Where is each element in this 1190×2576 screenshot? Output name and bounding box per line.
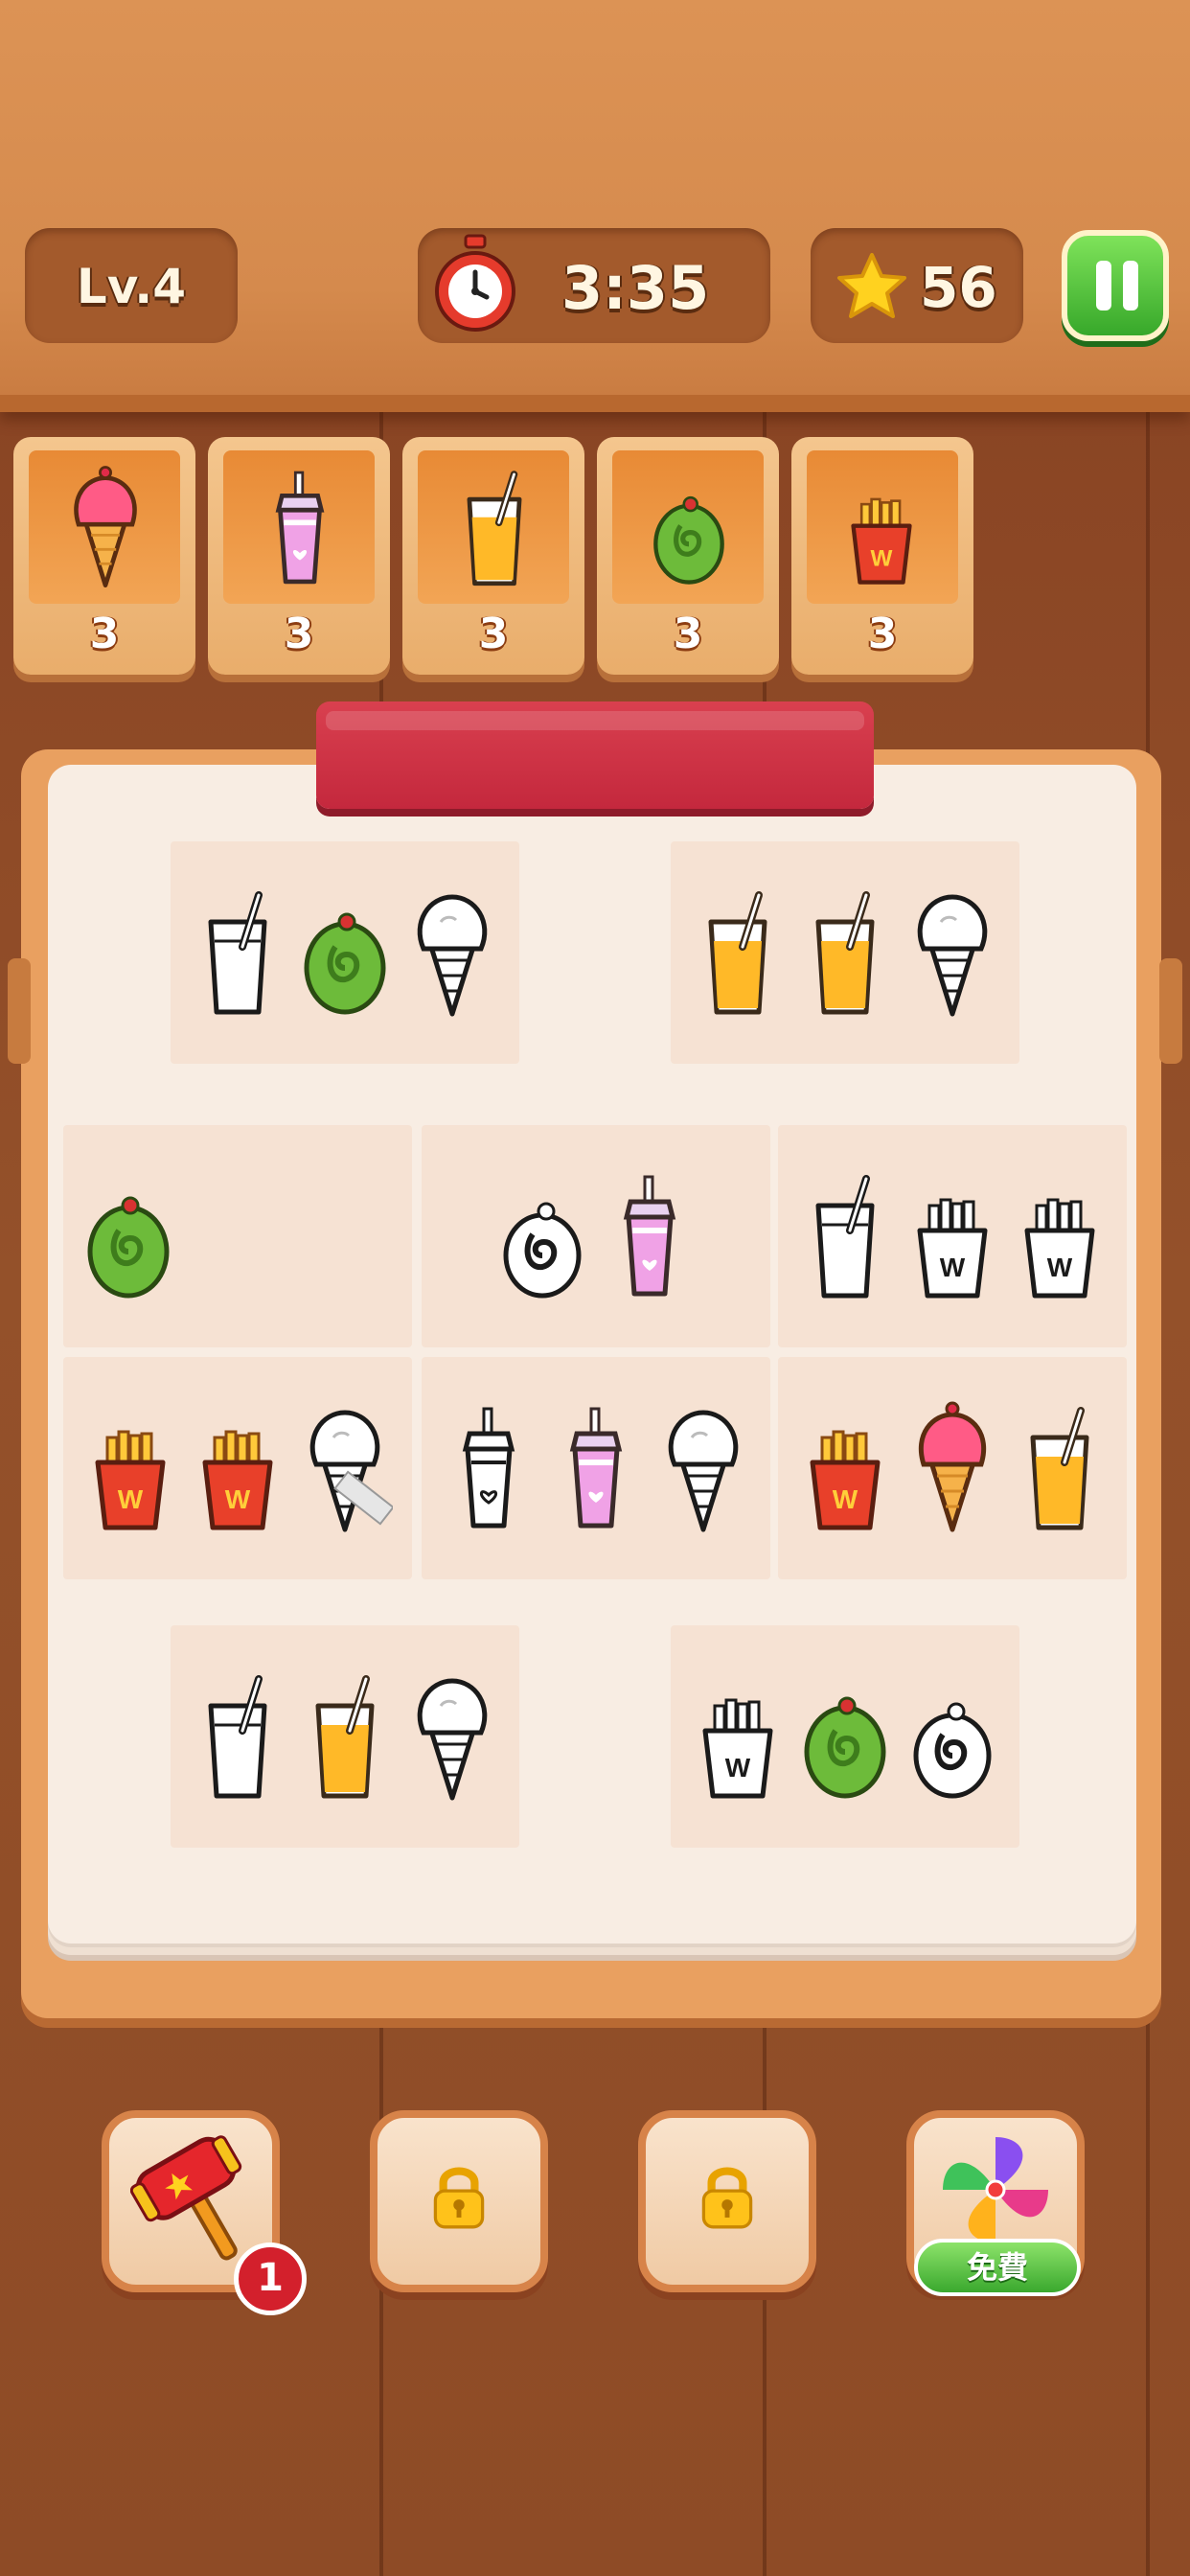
goal-slot: 3 — [208, 437, 390, 675]
level-label: Lv.4 — [76, 259, 187, 314]
bubble-tea-icon[interactable] — [600, 1163, 699, 1307]
fries-outline-icon[interactable] — [1010, 1163, 1110, 1307]
top-bar — [0, 0, 1190, 412]
star-icon — [837, 253, 906, 318]
orange-juice-icon[interactable] — [1010, 1395, 1110, 1539]
bubble-tea-outline-icon[interactable] — [439, 1395, 538, 1539]
tile-slot[interactable] — [671, 1625, 1019, 1848]
goal-count: 3 — [673, 610, 703, 658]
matcha-roll-outline-icon[interactable] — [903, 1664, 1002, 1807]
goal-slot: 3 — [402, 437, 584, 675]
fries-icon[interactable] — [795, 1395, 895, 1539]
orange-juice-icon — [446, 460, 542, 594]
clipboard-tab-right — [1159, 958, 1182, 1064]
tile-slot[interactable] — [171, 1625, 519, 1848]
tile-slot[interactable] — [422, 1125, 770, 1347]
goal-count: 3 — [284, 610, 314, 658]
free-label[interactable]: 免費 — [914, 2239, 1081, 2296]
stopwatch-icon — [435, 234, 515, 332]
orange-juice-icon[interactable] — [795, 880, 895, 1024]
tile-slot[interactable] — [778, 1357, 1127, 1579]
ice-cream-outline-icon[interactable] — [402, 880, 502, 1024]
milk-cup-icon[interactable] — [188, 1664, 287, 1807]
level-pill: Lv.4 — [25, 228, 238, 343]
locked-booster-button[interactable] — [370, 2110, 548, 2292]
tile-slot[interactable] — [671, 841, 1019, 1064]
clipboard-clip — [316, 702, 874, 809]
fries-outline-icon[interactable] — [903, 1163, 1002, 1307]
pinwheel-icon — [943, 2137, 1048, 2242]
goal-count: 3 — [867, 610, 898, 658]
orange-juice-icon[interactable] — [688, 880, 788, 1024]
ice-cream-outline-icon[interactable] — [295, 1395, 395, 1539]
matcha-roll-icon — [645, 468, 733, 592]
matcha-roll-icon[interactable] — [795, 1664, 895, 1807]
clipboard-tab-left — [8, 958, 31, 1064]
orange-juice-icon[interactable] — [295, 1664, 395, 1807]
fries-icon[interactable] — [188, 1395, 287, 1539]
top-bar-edge — [0, 395, 1190, 412]
bubble-tea-icon — [252, 460, 348, 594]
hammer-count-badge: 1 — [234, 2242, 307, 2315]
tile-slot[interactable] — [422, 1357, 770, 1579]
goal-slot: 3 — [791, 437, 973, 675]
fries-icon[interactable] — [80, 1395, 180, 1539]
ice-cream-icon[interactable] — [903, 1395, 1002, 1539]
goal-count: 3 — [89, 610, 120, 658]
bubble-tea-icon[interactable] — [546, 1395, 646, 1539]
tile-slot[interactable] — [63, 1125, 412, 1347]
tile-slot[interactable] — [63, 1357, 412, 1579]
fries-icon — [837, 468, 926, 592]
stars-pill: 56 — [811, 228, 1023, 343]
matcha-roll-icon[interactable] — [79, 1163, 178, 1307]
ice-cream-icon — [57, 460, 153, 594]
stars-count: 56 — [920, 255, 997, 320]
goal-count: 3 — [478, 610, 509, 658]
locked-booster-button[interactable] — [638, 2110, 816, 2292]
tile-slot[interactable] — [778, 1125, 1127, 1347]
goal-slot: 3 — [13, 437, 195, 675]
lock-icon — [688, 2156, 767, 2235]
pause-button[interactable] — [1062, 230, 1169, 341]
ice-cream-outline-icon[interactable] — [903, 880, 1002, 1024]
ice-cream-outline-icon[interactable] — [402, 1664, 502, 1807]
timer-value: 3:35 — [561, 253, 710, 323]
tile-slot[interactable] — [171, 841, 519, 1064]
ice-cream-outline-icon[interactable] — [653, 1395, 753, 1539]
milk-cup-icon[interactable] — [188, 880, 287, 1024]
milk-cup-icon[interactable] — [795, 1163, 895, 1307]
matcha-roll-outline-icon[interactable] — [492, 1163, 592, 1307]
timer-pill: 3:35 — [418, 228, 770, 343]
goal-slot: 3 — [597, 437, 779, 675]
matcha-roll-icon[interactable] — [295, 880, 395, 1024]
fries-outline-icon[interactable] — [688, 1664, 788, 1807]
lock-icon — [420, 2156, 498, 2235]
